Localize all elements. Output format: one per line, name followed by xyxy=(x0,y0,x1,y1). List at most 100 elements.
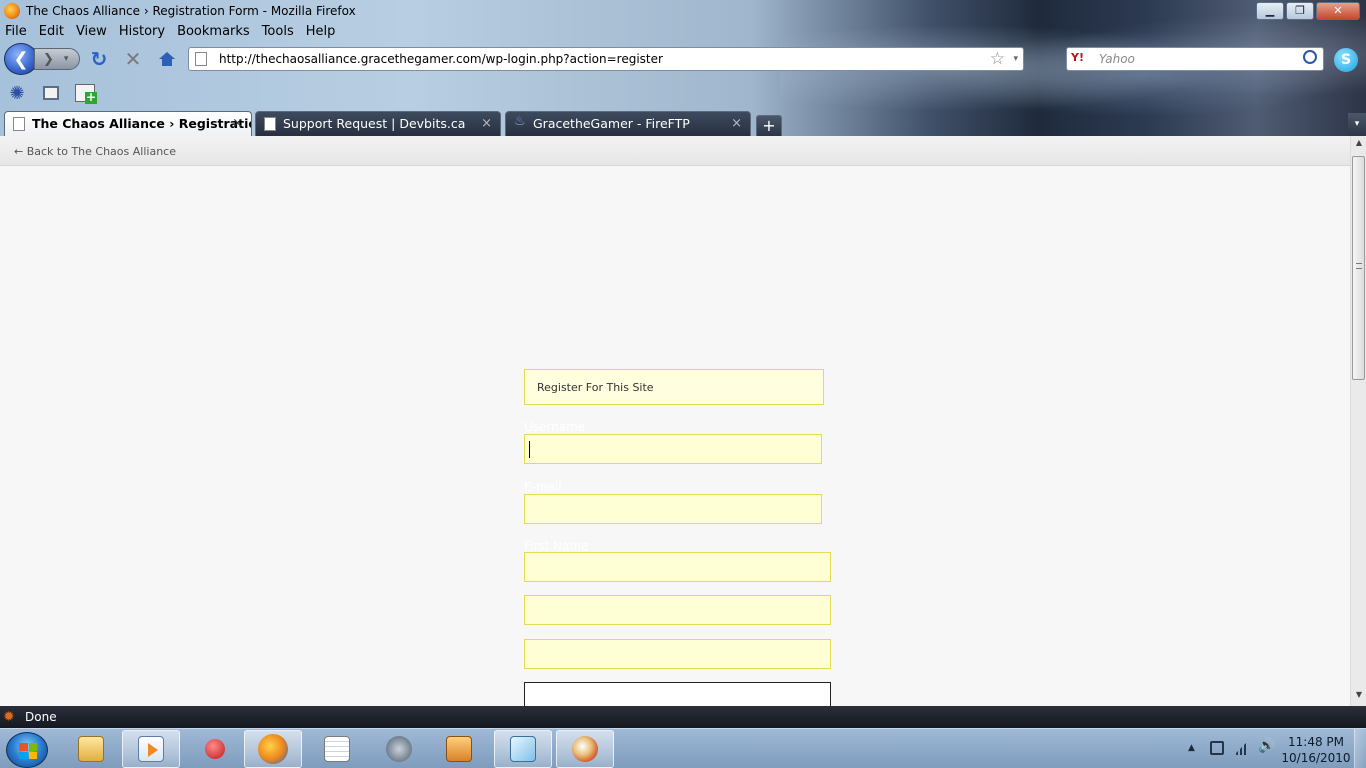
email-field[interactable] xyxy=(524,494,822,524)
reload-button[interactable]: ↻ xyxy=(88,47,110,71)
clock-time: 11:48 PM xyxy=(1288,735,1344,749)
reload-icon: ↻ xyxy=(90,47,108,71)
taskbar-paint-net[interactable] xyxy=(494,730,552,768)
clock-date: 10/16/2010 xyxy=(1281,751,1351,765)
paint-net-icon xyxy=(510,736,536,762)
swirl-icon[interactable]: ✺ xyxy=(6,82,28,104)
add-page-icon[interactable]: + xyxy=(74,82,97,104)
minimize-button[interactable]: ▁ xyxy=(1256,2,1284,20)
system-tray: ▲ 🔊 11:48 PM 10/16/2010 xyxy=(1180,729,1366,768)
tab-label: GracetheGamer - FireFTP xyxy=(533,116,690,131)
action-center-icon[interactable] xyxy=(1210,741,1224,755)
search-bar[interactable]: Y! xyxy=(1066,47,1324,71)
backtoblog-bar: ← Back to The Chaos Alliance xyxy=(0,136,1350,166)
tab-close-icon[interactable]: × xyxy=(232,116,243,131)
paint-icon xyxy=(572,736,598,762)
clock[interactable]: 11:48 PM 10/16/2010 xyxy=(1278,734,1354,766)
back-to-site-link[interactable]: ← Back to The Chaos Alliance xyxy=(14,145,176,158)
first-name-label: First Name xyxy=(524,539,589,553)
window-icon[interactable] xyxy=(40,82,62,104)
taskbar-fireftp[interactable] xyxy=(430,730,488,768)
forward-button[interactable]: ❯ ▾ xyxy=(34,48,80,70)
firefox-icon xyxy=(4,3,20,19)
text-caret xyxy=(529,441,530,458)
start-button[interactable] xyxy=(6,732,48,768)
stop-button[interactable]: ✕ xyxy=(122,47,144,71)
tab-support-request[interactable]: Support Request | Devbits.ca × xyxy=(255,111,501,136)
yahoo-engine-icon[interactable]: Y! xyxy=(1071,51,1084,64)
email-input[interactable] xyxy=(525,495,821,523)
fireftp-icon: ♨ xyxy=(514,114,526,129)
username-field[interactable] xyxy=(524,434,822,464)
maximize-button[interactable]: ❐ xyxy=(1286,2,1314,20)
page-icon xyxy=(264,117,276,131)
profile-field-2[interactable] xyxy=(524,595,831,625)
new-tab-button[interactable]: + xyxy=(756,115,782,136)
menu-edit[interactable]: Edit xyxy=(33,22,70,42)
taskbar-explorer[interactable] xyxy=(62,730,120,768)
taskbar-firefox[interactable] xyxy=(244,730,302,768)
list-all-tabs-button[interactable]: ▾ xyxy=(1348,113,1366,136)
page-content: ← Back to The Chaos Alliance Register Fo… xyxy=(0,136,1350,706)
url-text[interactable]: http://thechaosalliance.gracethegamer.co… xyxy=(219,52,663,66)
taskbar-paint[interactable] xyxy=(556,730,614,768)
home-button[interactable] xyxy=(156,48,178,70)
profile-input-2[interactable] xyxy=(525,596,830,624)
menu-view[interactable]: View xyxy=(70,22,113,42)
show-hidden-icons-icon[interactable]: ▲ xyxy=(1188,743,1195,753)
tab-fireftp[interactable]: ♨ GracetheGamer - FireFTP × xyxy=(505,111,751,136)
vertical-scrollbar[interactable]: ▲ ▼ xyxy=(1350,136,1366,706)
menu-bar: File Edit View History Bookmarks Tools H… xyxy=(0,22,341,42)
navigation-toolbar: ❮ ❯ ▾ ↻ ✕ http://thechaosalliance.gracet… xyxy=(0,42,1366,76)
page-icon xyxy=(13,117,25,131)
menu-history[interactable]: History xyxy=(113,22,171,42)
notepad-icon xyxy=(324,736,350,762)
scroll-down-arrow-icon[interactable]: ▼ xyxy=(1351,690,1366,704)
tab-strip: The Chaos Alliance › Registration ... × … xyxy=(0,111,1366,136)
menu-tools[interactable]: Tools xyxy=(256,22,300,42)
status-bar: ✹ Done xyxy=(0,706,1366,728)
network-icon[interactable] xyxy=(1234,741,1248,755)
menu-bookmarks[interactable]: Bookmarks xyxy=(171,22,256,42)
profile-textarea[interactable] xyxy=(524,682,831,706)
windows-logo-icon xyxy=(19,743,37,759)
email-label: E-mail xyxy=(524,480,562,494)
history-dropdown-icon[interactable]: ▾ xyxy=(64,54,69,64)
tab-close-icon[interactable]: × xyxy=(731,116,742,131)
search-icon[interactable] xyxy=(1303,50,1317,64)
address-bar[interactable]: http://thechaosalliance.gracethegamer.co… xyxy=(188,47,1024,71)
menu-file[interactable]: File xyxy=(0,22,33,42)
menu-help[interactable]: Help xyxy=(300,22,342,42)
taskbar-media-player[interactable] xyxy=(122,730,180,768)
show-desktop-button[interactable] xyxy=(1354,729,1366,768)
taskbar-starcraft[interactable] xyxy=(370,730,428,768)
firefox-icon xyxy=(258,734,288,764)
media-player-icon xyxy=(138,736,164,762)
home-icon xyxy=(159,52,175,66)
tab-label: The Chaos Alliance › Registration ... xyxy=(32,116,251,131)
url-dropdown-icon[interactable]: ▾ xyxy=(1013,54,1018,64)
skype-button[interactable]: S xyxy=(1334,48,1358,72)
search-input[interactable] xyxy=(1099,50,1295,68)
scroll-up-arrow-icon[interactable]: ▲ xyxy=(1351,138,1366,152)
tab-close-icon[interactable]: × xyxy=(481,116,492,131)
window-controls: ▁ ❐ ✕ xyxy=(1254,2,1360,20)
firebug-icon[interactable]: ✹ xyxy=(3,709,19,725)
bookmark-star-icon[interactable]: ☆ xyxy=(990,49,1005,69)
profile-field-3[interactable] xyxy=(524,639,831,669)
tab-registration[interactable]: The Chaos Alliance › Registration ... × xyxy=(4,111,252,136)
username-input[interactable] xyxy=(525,435,821,463)
first-name-field[interactable] xyxy=(524,552,831,582)
windows-taskbar: ▲ 🔊 11:48 PM 10/16/2010 xyxy=(0,728,1366,768)
first-name-input[interactable] xyxy=(525,553,830,581)
taskbar-notepad[interactable] xyxy=(308,730,366,768)
profile-input-3[interactable] xyxy=(525,640,830,668)
close-button[interactable]: ✕ xyxy=(1316,2,1360,20)
title-bar: The Chaos Alliance › Registration Form -… xyxy=(0,0,1366,22)
username-label: Username xyxy=(524,420,586,434)
grip-icon xyxy=(1356,263,1362,269)
back-button[interactable]: ❮ xyxy=(4,43,38,75)
taskbar-pushpin[interactable] xyxy=(186,730,244,768)
volume-icon[interactable]: 🔊 xyxy=(1258,738,1275,754)
scroll-thumb[interactable] xyxy=(1352,156,1365,380)
